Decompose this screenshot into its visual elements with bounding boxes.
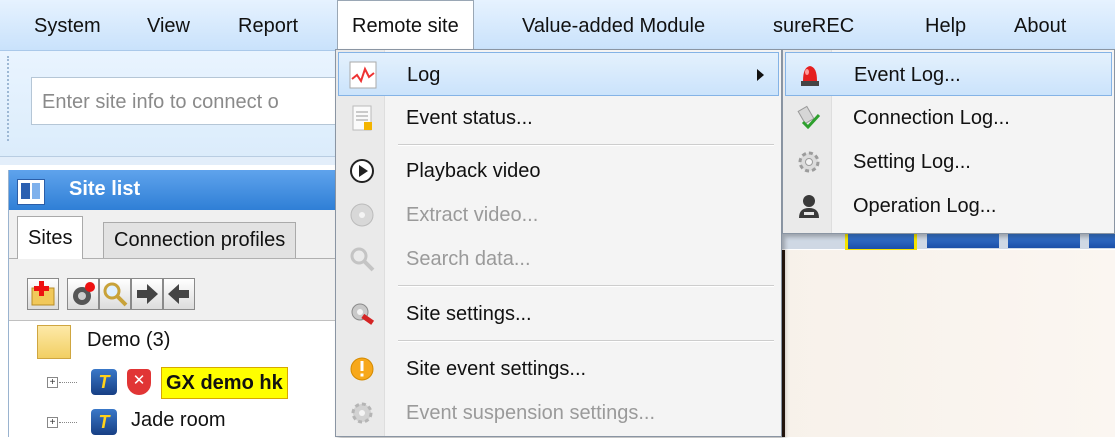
submenu-item-operation-log[interactable]: Operation Log... bbox=[785, 184, 1112, 228]
menu-item-event-status[interactable]: Event status... bbox=[338, 96, 779, 140]
suspension-gear-icon bbox=[351, 402, 373, 424]
submenu-item-event-log[interactable]: Event Log... bbox=[785, 52, 1112, 96]
tab-connection-profiles[interactable]: Connection profiles bbox=[103, 222, 297, 258]
menu-item-extract-video: Extract video... bbox=[338, 193, 779, 237]
menu-view[interactable]: View bbox=[147, 0, 190, 50]
search-magnifier-icon bbox=[350, 247, 375, 272]
menu-item-label: Event status... bbox=[406, 107, 533, 129]
menu-item-log[interactable]: Log bbox=[338, 52, 779, 96]
connection-check-icon bbox=[797, 105, 821, 130]
site-settings-icon bbox=[351, 303, 375, 325]
site-tree: Demo (3) + T ✕ GX demo hk + T Jade room bbox=[9, 320, 337, 438]
playback-icon bbox=[350, 159, 374, 183]
tab-sites[interactable]: Sites bbox=[17, 216, 84, 259]
menu-help[interactable]: Help bbox=[925, 0, 966, 50]
menu-item-label: Playback video bbox=[406, 160, 541, 182]
menu-item-playback-video[interactable]: Playback video bbox=[338, 149, 779, 193]
panel-divider bbox=[0, 156, 336, 165]
tree-site-gx-demo-hk[interactable]: + T ✕ GX demo hk bbox=[9, 365, 329, 399]
site-tabs: Sites Connection profiles bbox=[9, 216, 337, 259]
menu-separator bbox=[398, 340, 774, 342]
arrow-right-icon bbox=[137, 284, 158, 304]
site-list-title: Site list bbox=[69, 178, 141, 200]
menu-item-label: Site settings... bbox=[406, 303, 532, 325]
menu-item-event-suspension-settings: Event suspension settings... bbox=[338, 391, 779, 435]
menu-system[interactable]: System bbox=[34, 0, 101, 50]
submenu-arrow-icon bbox=[757, 69, 764, 81]
add-folder-icon bbox=[31, 281, 55, 306]
tree-connector bbox=[59, 422, 77, 423]
submenu-item-label: Connection Log... bbox=[853, 107, 1010, 129]
move-right-button[interactable] bbox=[131, 278, 163, 310]
site-label: Jade room bbox=[131, 409, 226, 431]
site-type-icon: T bbox=[91, 409, 117, 435]
site-list-panel: Site list Sites Connection profiles Demo… bbox=[8, 170, 337, 438]
menu-item-label: Search data... bbox=[406, 248, 531, 270]
log-submenu: Event Log... Connection Log... Setting L… bbox=[782, 49, 1115, 234]
event-status-icon bbox=[352, 105, 372, 131]
expand-icon[interactable]: + bbox=[47, 377, 58, 388]
submenu-item-setting-log[interactable]: Setting Log... bbox=[785, 140, 1112, 184]
menu-about[interactable]: About bbox=[1014, 0, 1066, 50]
remote-site-menu: Log Event status... Playback video Extra… bbox=[335, 49, 782, 437]
user-icon bbox=[799, 195, 819, 218]
search-site-button[interactable] bbox=[99, 278, 131, 310]
menu-item-site-settings[interactable]: Site settings... bbox=[338, 292, 779, 336]
submenu-item-label: Operation Log... bbox=[853, 195, 997, 217]
menu-separator bbox=[398, 144, 774, 146]
group-label: Demo (3) bbox=[87, 329, 171, 351]
site-label: GX demo hk bbox=[161, 367, 288, 399]
add-camera-button[interactable] bbox=[67, 278, 99, 310]
menu-remote-site[interactable]: Remote site bbox=[337, 0, 474, 50]
toolbar-grip[interactable] bbox=[7, 56, 11, 141]
alarm-light-icon bbox=[801, 66, 819, 86]
menu-item-search-data: Search data... bbox=[338, 237, 779, 281]
expand-icon[interactable]: + bbox=[47, 417, 58, 428]
submenu-item-label: Setting Log... bbox=[853, 151, 971, 173]
move-left-button[interactable] bbox=[163, 278, 195, 310]
search-icon bbox=[103, 282, 128, 307]
log-chart-icon bbox=[349, 61, 377, 89]
warning-icon bbox=[350, 357, 374, 381]
site-type-icon: T bbox=[91, 369, 117, 395]
submenu-item-label: Event Log... bbox=[854, 64, 961, 86]
extract-disc-icon bbox=[350, 203, 374, 227]
menu-surerec[interactable]: sureREC bbox=[773, 0, 854, 50]
menu-separator bbox=[398, 285, 774, 287]
menu-item-label: Event suspension settings... bbox=[406, 402, 656, 424]
menu-value-added-module[interactable]: Value-added Module bbox=[522, 0, 705, 50]
menu-bar: System View Report Remote site Value-add… bbox=[0, 0, 1115, 51]
connect-toolbar: Enter site info to connect o bbox=[0, 51, 351, 156]
submenu-item-connection-log[interactable]: Connection Log... bbox=[785, 96, 1112, 140]
add-site-button[interactable] bbox=[27, 278, 59, 310]
tree-connector bbox=[59, 382, 77, 383]
menu-item-label: Log bbox=[407, 64, 441, 86]
camera-add-icon bbox=[73, 282, 95, 305]
alert-shield-icon: ✕ bbox=[127, 369, 151, 395]
menu-item-label: Extract video... bbox=[406, 204, 539, 226]
menu-item-site-event-settings[interactable]: Site event settings... bbox=[338, 347, 779, 391]
site-list-header: Site list bbox=[9, 170, 337, 210]
tree-group-demo[interactable]: Demo (3) bbox=[9, 325, 329, 359]
menu-item-label: Site event settings... bbox=[406, 358, 587, 380]
site-list-icon bbox=[17, 179, 45, 205]
menu-report[interactable]: Report bbox=[238, 0, 298, 50]
gear-icon bbox=[798, 151, 820, 173]
site-info-input[interactable]: Enter site info to connect o bbox=[31, 77, 351, 125]
video-preview bbox=[773, 250, 1115, 437]
tree-site-jade-room[interactable]: + T Jade room bbox=[9, 403, 329, 437]
folder-icon bbox=[37, 325, 71, 359]
arrow-left-icon bbox=[168, 284, 189, 304]
